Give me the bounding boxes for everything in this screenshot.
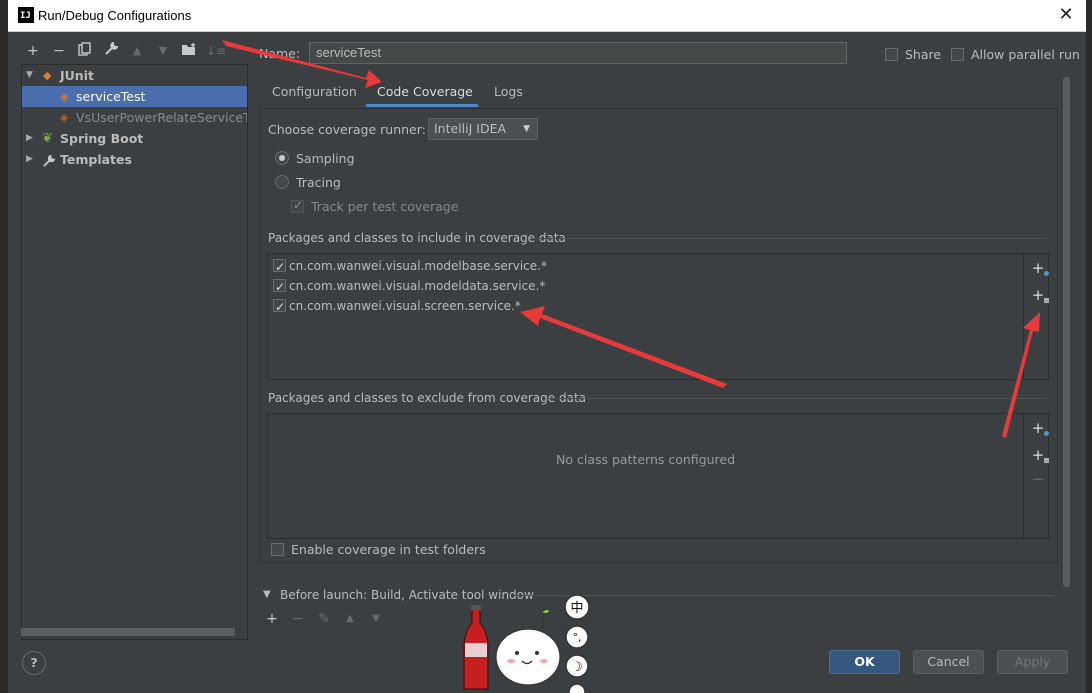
- tree-item-label: Templates: [60, 152, 132, 167]
- test-class-icon: ◈: [60, 90, 69, 103]
- exclude-list: + + −: [267, 413, 1049, 539]
- empty-exclude-message: No class patterns configured: [555, 452, 736, 467]
- cancel-button[interactable]: Cancel: [913, 650, 984, 674]
- track-per-test-label: Track per test coverage: [311, 199, 459, 214]
- tab-configuration[interactable]: Configuration: [272, 84, 357, 108]
- arrow-down-icon[interactable]: ▼: [154, 42, 172, 60]
- background-ide-strip-right: [1086, 0, 1092, 693]
- window-title: Run/Debug Configurations: [38, 8, 192, 23]
- include-item-text: cn.com.wanwei.visual.modeldata.service.*: [289, 279, 546, 293]
- include-item-checkbox[interactable]: [273, 257, 286, 277]
- add-class-icon[interactable]: +: [1030, 420, 1049, 436]
- coverage-runner-select[interactable]: IntelliJ IDEA ▼: [428, 118, 538, 140]
- tree-item-label: VsUserPowerRelateServiceTest: [76, 110, 247, 125]
- sticker-text: ☽: [571, 660, 583, 675]
- sampling-label: Sampling: [296, 151, 355, 166]
- allow-parallel-run-checkbox[interactable]: [951, 48, 964, 61]
- tree-item-vsuserpower[interactable]: ◈ VsUserPowerRelateServiceTest: [22, 107, 247, 128]
- exclude-side-toolbar: + + −: [1023, 414, 1050, 538]
- include-side-toolbar: + +: [1023, 254, 1050, 379]
- close-button[interactable]: ✕: [1056, 5, 1076, 25]
- spring-boot-icon: ❦: [42, 131, 53, 146]
- include-item-checkbox[interactable]: [273, 297, 286, 317]
- track-per-test-checkbox[interactable]: [291, 198, 304, 213]
- apply-button[interactable]: Apply: [997, 650, 1068, 674]
- remove-icon[interactable]: −: [1030, 471, 1046, 487]
- share-checkbox[interactable]: [885, 48, 898, 61]
- tree-item-templates[interactable]: ▶ Templates: [22, 149, 247, 170]
- chevron-down-icon: ▼: [26, 70, 33, 80]
- sticker-image: 中 °, ☽: [463, 595, 590, 693]
- include-item-text: cn.com.wanwei.visual.screen.service.*: [289, 299, 521, 313]
- pencil-icon[interactable]: ✎: [316, 611, 332, 627]
- exclude-section-divider: [547, 398, 1046, 399]
- chevron-down-icon: ▼: [523, 124, 530, 134]
- help-button[interactable]: ?: [22, 651, 46, 675]
- sticker-text: 中: [570, 601, 583, 616]
- include-section-title: Packages and classes to include in cover…: [268, 231, 566, 245]
- name-label: Name:: [259, 46, 301, 61]
- background-ide-strip: [0, 0, 8, 693]
- tracing-label: Tracing: [296, 175, 341, 190]
- sampling-radio[interactable]: [275, 151, 289, 165]
- include-list: cn.com.wanwei.visual.modelbase.service.*…: [267, 253, 1049, 380]
- intellij-logo-icon: IJ: [18, 7, 34, 23]
- ok-button[interactable]: OK: [829, 650, 900, 674]
- chevron-right-icon: ▶: [26, 154, 33, 164]
- sort-icon[interactable]: ↓≡: [206, 42, 226, 60]
- include-item-text: cn.com.wanwei.visual.modelbase.service.*: [289, 259, 547, 273]
- add-package-icon[interactable]: +: [1030, 287, 1049, 303]
- allow-parallel-run-label: Allow parallel run: [971, 47, 1080, 62]
- minus-icon[interactable]: −: [290, 611, 306, 627]
- arrow-down-icon[interactable]: ▼: [368, 611, 384, 627]
- chevron-right-icon: ▶: [26, 133, 33, 143]
- plus-icon[interactable]: +: [24, 42, 42, 60]
- tree-item-label: JUnit: [60, 68, 94, 83]
- enable-test-folders-checkbox[interactable]: [271, 543, 284, 556]
- tree-item-label: Spring Boot: [60, 131, 144, 146]
- title-bar: IJ Run/Debug Configurations ✕: [8, 0, 1086, 32]
- plus-icon[interactable]: +: [264, 611, 280, 627]
- wrench-icon[interactable]: [102, 41, 120, 60]
- arrow-up-icon[interactable]: ▲: [342, 611, 358, 627]
- add-package-icon[interactable]: +: [1030, 447, 1049, 463]
- enable-test-folders-label: Enable coverage in test folders: [291, 542, 486, 557]
- folder-add-icon[interactable]: [180, 42, 198, 60]
- include-item-checkbox[interactable]: [273, 277, 286, 297]
- tracing-radio[interactable]: [275, 175, 289, 189]
- tree-item-spring-boot[interactable]: ▶ ❦ Spring Boot: [22, 128, 247, 149]
- coverage-runner-label: Choose coverage runner:: [268, 122, 426, 137]
- panel-vertical-scrollbar[interactable]: [1063, 77, 1070, 587]
- sticker-text: °,: [573, 631, 582, 644]
- name-input[interactable]: serviceTest: [309, 42, 847, 64]
- add-class-icon[interactable]: +: [1030, 260, 1049, 276]
- tree-item-servicetest[interactable]: ◈ serviceTest: [22, 86, 247, 107]
- configuration-tree: ▼ ◆ JUnit ◈ serviceTest ◈ VsUserPowerRel…: [21, 64, 248, 640]
- chevron-down-icon[interactable]: ▼: [263, 589, 271, 600]
- junit-icon: ◆: [43, 69, 52, 82]
- test-class-icon: ◈: [60, 111, 69, 124]
- tree-item-junit[interactable]: ▼ ◆ JUnit: [22, 65, 247, 86]
- arrow-up-icon[interactable]: ▲: [128, 42, 146, 60]
- minus-icon[interactable]: −: [50, 42, 68, 60]
- coverage-runner-value: IntelliJ IDEA: [434, 121, 507, 136]
- exclude-section-title: Packages and classes to exclude from cov…: [268, 391, 587, 405]
- tab-logs[interactable]: Logs: [494, 84, 523, 108]
- copy-icon[interactable]: [76, 42, 94, 60]
- active-tab-indicator: [366, 104, 478, 107]
- wrench-icon: [42, 153, 56, 170]
- tree-horizontal-scrollbar[interactable]: [21, 628, 235, 636]
- share-label: Share: [905, 47, 942, 62]
- tree-item-label: serviceTest: [76, 89, 146, 104]
- include-section-divider: [532, 238, 1046, 239]
